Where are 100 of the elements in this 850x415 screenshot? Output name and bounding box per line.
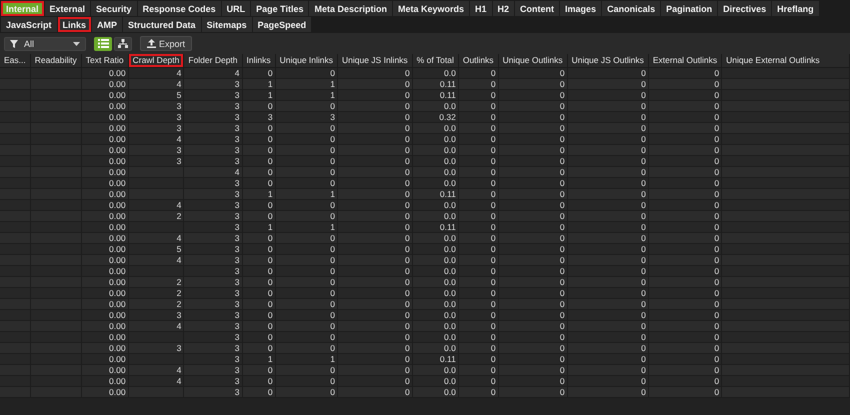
table-cell: 0.00 [109, 79, 126, 89]
column-header[interactable]: Text Ratio [82, 54, 128, 67]
column-header[interactable]: Unique JS Inlinks [338, 54, 412, 67]
tab[interactable]: External [44, 1, 90, 16]
column-header[interactable]: External Outlinks [648, 54, 722, 67]
table-cell: 0 [268, 288, 273, 298]
table-cell: 4 [176, 321, 182, 331]
table-cell: 0 [330, 156, 335, 166]
table-cell: 1 [268, 222, 273, 232]
table-cell: 0 [641, 233, 646, 243]
table-cell: 0 [560, 200, 565, 210]
tab[interactable]: Links [58, 17, 92, 32]
table-cell: 0.0 [444, 310, 456, 320]
table-cell: 0.0 [444, 244, 456, 254]
table-cell: 3 [234, 134, 240, 144]
table-cell: 0 [560, 123, 565, 133]
tab[interactable]: Content [515, 1, 560, 16]
filter-dropdown[interactable]: All [4, 36, 86, 50]
tab[interactable]: Response Codes [138, 1, 221, 16]
table-cell: 0.00 [109, 332, 126, 342]
table-cell: 0 [404, 101, 410, 111]
table-cell: 0 [714, 277, 720, 287]
table-cell: 3 [234, 354, 240, 364]
table-cell: 0 [490, 90, 496, 100]
table-cell: 0 [490, 299, 496, 309]
table-cell: 0.00 [109, 288, 126, 298]
column-header[interactable]: Inlinks [242, 54, 275, 67]
column-header[interactable]: Crawl Depth [128, 54, 184, 67]
table-cell: 0.0 [444, 299, 456, 309]
table-cell: 0 [404, 365, 410, 375]
column-header[interactable]: Readability [30, 54, 81, 67]
tab[interactable]: Meta Description [309, 1, 392, 16]
table-cell: 0 [641, 200, 646, 210]
table-cell: 3 [234, 321, 240, 331]
table-cell: 0 [268, 332, 273, 342]
tab[interactable]: H2 [492, 1, 514, 16]
tab[interactable]: Sitemaps [202, 17, 252, 32]
table-cell: 0.00 [109, 299, 126, 309]
tab[interactable]: Meta Keywords [392, 1, 470, 16]
table-cell: 0 [404, 123, 410, 133]
tab[interactable]: Structured Data [123, 17, 201, 32]
tab[interactable]: JavaScript [1, 17, 57, 32]
column-header[interactable]: Unique JS Outlinks [568, 54, 648, 67]
table-cell: 3 [176, 123, 182, 133]
table-cell: 3 [176, 310, 182, 320]
tab[interactable]: PageSpeed [252, 17, 312, 32]
table-cell: 4 [176, 255, 182, 265]
tab[interactable]: H1 [470, 1, 492, 16]
table-cell: 0.00 [109, 387, 126, 397]
tab[interactable]: Directives [718, 1, 772, 16]
table-cell: 0.00 [109, 376, 126, 386]
table-cell: 0 [404, 387, 410, 397]
tab[interactable]: Page Titles [251, 1, 308, 16]
column-header[interactable]: Unique External Outlinks [722, 54, 849, 67]
table-cell: 0 [560, 365, 565, 375]
table-cell: 0.00 [109, 233, 126, 243]
tab[interactable]: URL [222, 1, 250, 16]
table-cell: 0 [330, 277, 335, 287]
table-cell: 0.00 [109, 68, 126, 78]
table-cell: 0 [268, 255, 273, 265]
table-cell: 0 [490, 79, 496, 89]
column-header[interactable]: Unique Inlinks [276, 54, 337, 67]
table-cell: 0 [268, 145, 273, 155]
table-cell: 0 [714, 200, 720, 210]
table-cell: 3 [234, 233, 240, 243]
column-header[interactable]: % of Total [412, 54, 458, 67]
table-cell: 0 [641, 365, 646, 375]
column-header[interactable]: Unique Outlinks [498, 54, 567, 67]
column-header[interactable]: Eas... [0, 54, 30, 67]
table-cell: 0 [268, 321, 273, 331]
table-cell: 0.0 [444, 178, 456, 188]
table-cell: 0 [714, 255, 720, 265]
tab[interactable]: AMP [92, 17, 122, 32]
table-cell: 0 [560, 145, 565, 155]
table-cell: 0 [714, 167, 720, 177]
table-cell: 3 [234, 112, 240, 122]
tab[interactable]: Pagination [661, 1, 718, 16]
table-cell: 0 [641, 68, 646, 78]
table-cell: 0 [490, 178, 496, 188]
table-cell: 0 [560, 222, 565, 232]
tab[interactable]: Security [91, 1, 137, 16]
column-header[interactable]: Folder Depth [184, 54, 242, 67]
view-toggle-button[interactable] [114, 36, 132, 50]
table-cell: 0.00 [109, 310, 126, 320]
export-button[interactable]: Export [140, 36, 192, 51]
table-cell: 0 [714, 343, 720, 353]
table-cell: 3 [234, 277, 240, 287]
table-cell: 0 [714, 222, 720, 232]
table-cell: 0 [330, 343, 335, 353]
column-header[interactable]: Outlinks [458, 54, 498, 67]
table-cell: 0 [330, 101, 335, 111]
table-cell: 0.00 [109, 90, 126, 100]
table-cell: 0 [714, 387, 720, 397]
tab[interactable]: Canonicals [602, 1, 660, 16]
tab[interactable]: Images [560, 1, 602, 16]
table-cell: 0 [714, 90, 720, 100]
table-cell: 0 [490, 255, 496, 265]
table-cell: 0.00 [109, 167, 126, 177]
view-toggle-button[interactable] [94, 36, 112, 50]
tab[interactable]: Hreflang [772, 1, 819, 16]
